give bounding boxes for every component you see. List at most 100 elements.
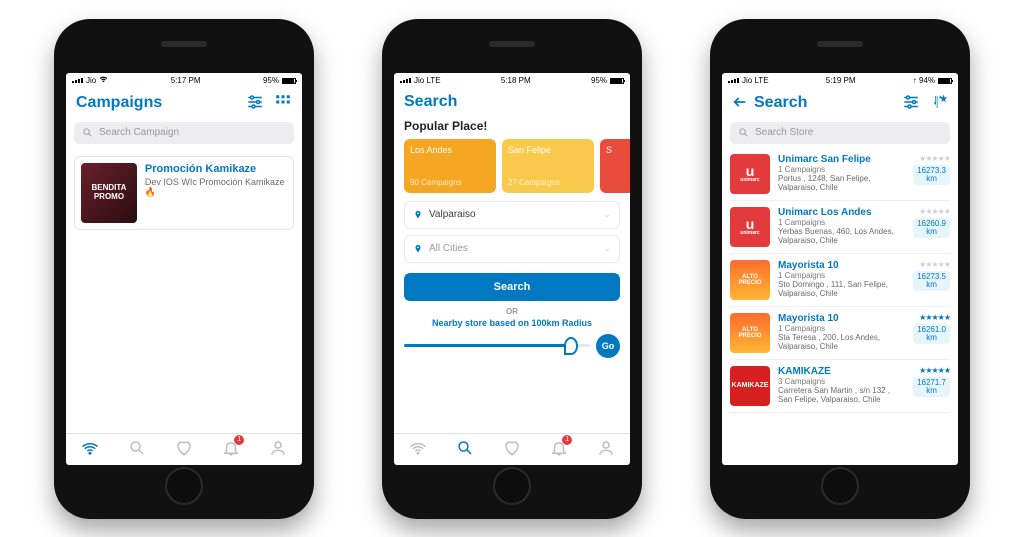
- chevron-down-icon: ⌄: [603, 209, 611, 220]
- place-name: Los Andes: [410, 145, 490, 155]
- store-addr: Carretera San Martin , s/n 132 , San Fel…: [778, 386, 905, 404]
- store-thumb: ALTO PRECIO: [730, 313, 770, 353]
- go-button[interactable]: Go: [596, 334, 620, 358]
- tab-favorites[interactable]: [503, 439, 521, 460]
- filter-icon[interactable]: [902, 93, 920, 114]
- sort-icon[interactable]: [930, 93, 948, 114]
- status-bar: Jio LTE 5:19 PM ↑ 94%: [722, 73, 958, 89]
- store-title: Mayorista 10: [778, 313, 905, 324]
- tab-favorites[interactable]: [175, 439, 193, 460]
- campaign-card[interactable]: BENDITA PROMO Promoción Kamikaze Dev IOS…: [74, 156, 294, 230]
- tab-notifications[interactable]: 1: [550, 439, 568, 460]
- signal-icon: [400, 78, 411, 83]
- star-rating: ★★★★★: [919, 313, 950, 322]
- battery-icon: [610, 78, 624, 84]
- place-card[interactable]: S: [600, 139, 630, 193]
- header: Search: [722, 89, 958, 118]
- battery-icon: [282, 78, 296, 84]
- store-sub: 1 Campaigns: [778, 218, 905, 227]
- store-sub: 1 Campaigns: [778, 324, 905, 333]
- region-select[interactable]: Valparaiso ⌄: [404, 201, 620, 229]
- store-thumb: KAMIKAZE: [730, 366, 770, 406]
- page-title: Campaigns: [76, 94, 162, 112]
- distance-badge: 16273.3km: [913, 165, 950, 185]
- phone-stores: Jio LTE 5:19 PM ↑ 94% Search: [710, 19, 970, 519]
- filter-icon[interactable]: [246, 93, 264, 114]
- star-rating: ★★★★★: [919, 207, 950, 216]
- status-bar: Jio LTE 5:18 PM 95%: [394, 73, 630, 89]
- store-row[interactable]: KAMIKAZE KAMIKAZE 3 Campaigns Carretera …: [730, 360, 950, 413]
- store-addr: Sto Domingo , 111, San Felipe, Valparais…: [778, 280, 905, 298]
- region-value: Valparaiso: [429, 209, 476, 220]
- battery-label: 95%: [263, 76, 279, 85]
- star-rating: ★★★★★: [919, 260, 950, 269]
- campaign-thumb: BENDITA PROMO: [81, 163, 137, 223]
- place-count: 90 Campaigns: [410, 178, 490, 187]
- store-sub: 1 Campaigns: [778, 271, 905, 280]
- store-addr: Yerbas Buenas, 460, Los Andes, Valparais…: [778, 227, 905, 245]
- search-button[interactable]: Search: [404, 273, 620, 301]
- signal-icon: [728, 78, 739, 83]
- store-addr: Sta Teresa , 200, Los Andes, Valparaiso,…: [778, 333, 905, 351]
- subtitle: Popular Place!: [394, 115, 630, 133]
- back-icon[interactable]: [732, 94, 748, 113]
- tab-profile[interactable]: [269, 439, 287, 460]
- place-name: San Felipe: [508, 145, 588, 155]
- place-card[interactable]: Los Andes 90 Campaigns: [404, 139, 496, 193]
- store-addr: Portus , 1248, San Felipe, Valparaiso, C…: [778, 174, 905, 192]
- battery-label: ↑ 94%: [913, 76, 935, 85]
- header: Campaigns: [66, 89, 302, 118]
- store-list: uunimarc Unimarc San Felipe 1 Campaigns …: [722, 148, 958, 465]
- or-label: OR: [394, 307, 630, 316]
- store-sub: 1 Campaigns: [778, 165, 905, 174]
- distance-badge: 16271.7km: [913, 377, 950, 397]
- nearby-label: Nearby store based on 100km Radius: [394, 318, 630, 328]
- status-bar: Jio 5:17 PM 95%: [66, 73, 302, 89]
- signal-icon: [72, 78, 83, 83]
- carrier-label: Jio LTE: [742, 76, 769, 85]
- search-input[interactable]: Search Store: [730, 122, 950, 144]
- clock: 5:17 PM: [171, 76, 201, 85]
- campaign-title: Promoción Kamikaze: [145, 163, 287, 175]
- badge-count: 1: [234, 435, 244, 445]
- tab-notifications[interactable]: 1: [222, 439, 240, 460]
- store-row[interactable]: uunimarc Unimarc San Felipe 1 Campaigns …: [730, 148, 950, 201]
- tab-wifi[interactable]: [409, 439, 427, 460]
- screen: Jio LTE 5:19 PM ↑ 94% Search: [722, 73, 958, 465]
- tab-profile[interactable]: [597, 439, 615, 460]
- clock: 5:19 PM: [826, 76, 856, 85]
- wifi-icon: [99, 75, 108, 86]
- store-title: KAMIKAZE: [778, 366, 905, 377]
- store-thumb: uunimarc: [730, 154, 770, 194]
- store-row[interactable]: ALTO PRECIO Mayorista 10 1 Campaigns Sta…: [730, 307, 950, 360]
- store-row[interactable]: uunimarc Unimarc Los Andes 1 Campaigns Y…: [730, 201, 950, 254]
- page-title: Search: [404, 93, 457, 111]
- place-name: S: [606, 145, 630, 155]
- tab-wifi[interactable]: [81, 439, 99, 460]
- screen: Jio LTE 5:18 PM 95% Search Popular Place…: [394, 73, 630, 465]
- distance-badge: 16273.5km: [913, 271, 950, 291]
- page-title: Search: [754, 94, 807, 112]
- place-count: 27 Campaigns: [508, 178, 588, 187]
- radius-slider[interactable]: [404, 344, 590, 347]
- city-select[interactable]: All Cities ⌄: [404, 235, 620, 263]
- search-input[interactable]: Search Campaign: [74, 122, 294, 144]
- slider-knob[interactable]: [564, 337, 578, 355]
- place-card[interactable]: San Felipe 27 Campaigns: [502, 139, 594, 193]
- screen: Jio 5:17 PM 95% Campaigns: [66, 73, 302, 465]
- grid-icon[interactable]: [274, 93, 292, 114]
- tab-search[interactable]: [456, 439, 474, 460]
- tab-search[interactable]: [128, 439, 146, 460]
- store-sub: 3 Campaigns: [778, 377, 905, 386]
- bottom-tabs: 1: [394, 433, 630, 465]
- phone-search: Jio LTE 5:18 PM 95% Search Popular Place…: [382, 19, 642, 519]
- clock: 5:18 PM: [501, 76, 531, 85]
- chevron-down-icon: ⌄: [603, 243, 611, 254]
- store-row[interactable]: ALTO PRECIO Mayorista 10 1 Campaigns Sto…: [730, 254, 950, 307]
- search-icon: [738, 127, 749, 138]
- store-thumb: ALTO PRECIO: [730, 260, 770, 300]
- distance-badge: 16261.0km: [913, 324, 950, 344]
- carrier-label: Jio: [86, 76, 96, 85]
- badge-count: 1: [562, 435, 572, 445]
- search-placeholder: Search Campaign: [99, 127, 179, 138]
